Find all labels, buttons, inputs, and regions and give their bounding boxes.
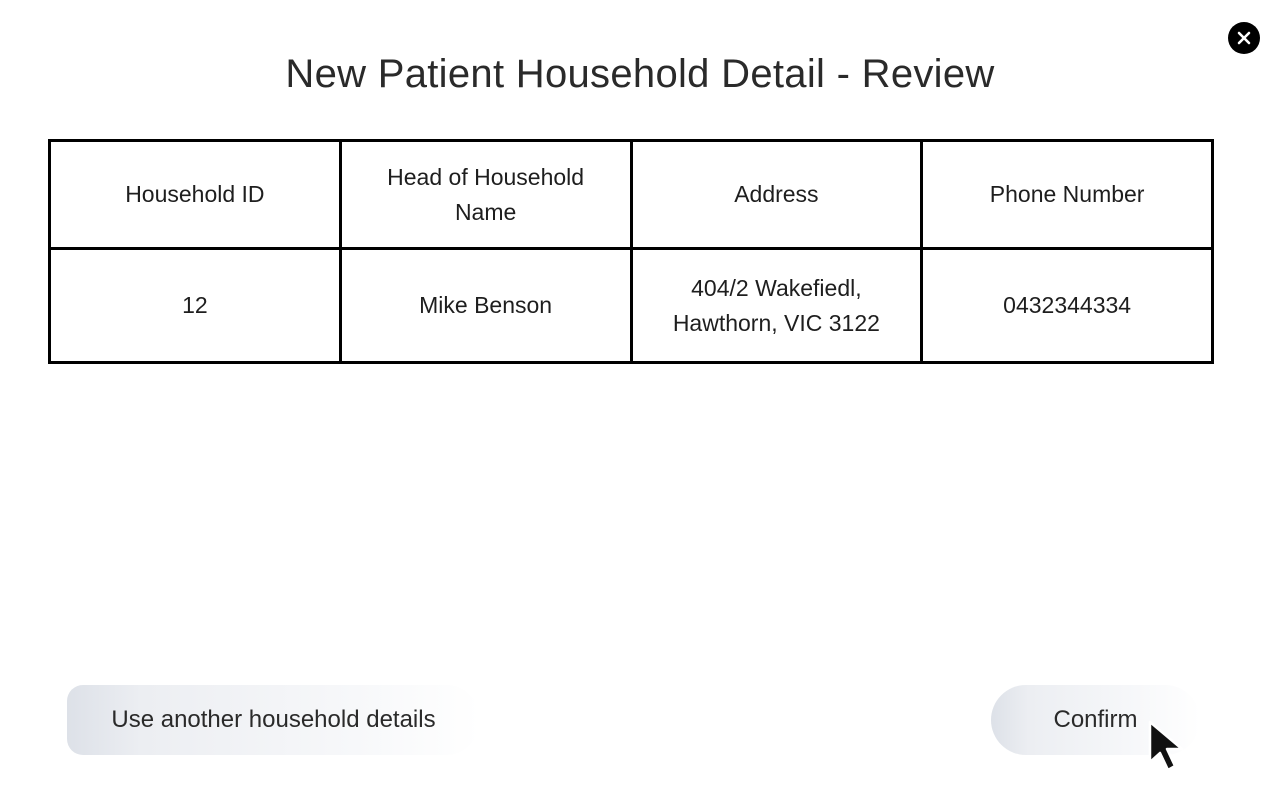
close-icon (1237, 31, 1251, 45)
column-header-household-id: Household ID (48, 139, 342, 250)
close-button[interactable] (1228, 22, 1260, 54)
column-header-address: Address (629, 139, 924, 250)
column-header-phone: Phone Number (920, 139, 1214, 250)
cell-head-name: Mike Benson (338, 247, 633, 364)
table-header-row: Household ID Head of Household Name Addr… (48, 139, 1214, 250)
mouse-pointer-icon (1148, 720, 1184, 772)
table-row: 12 Mike Benson 404/2 Wakefiedl, Hawthorn… (48, 247, 1214, 364)
column-header-head-name: Head of Household Name (338, 139, 633, 250)
use-another-household-button[interactable]: Use another household details (67, 685, 480, 755)
page-title: New Patient Household Detail - Review (285, 52, 995, 96)
cell-household-id: 12 (48, 247, 342, 364)
cell-phone: 0432344334 (920, 247, 1214, 364)
household-table: Household ID Head of Household Name Addr… (48, 139, 1214, 364)
review-dialog: New Patient Household Detail - Review Ho… (0, 0, 1280, 800)
cell-address: 404/2 Wakefiedl, Hawthorn, VIC 3122 (629, 247, 924, 364)
